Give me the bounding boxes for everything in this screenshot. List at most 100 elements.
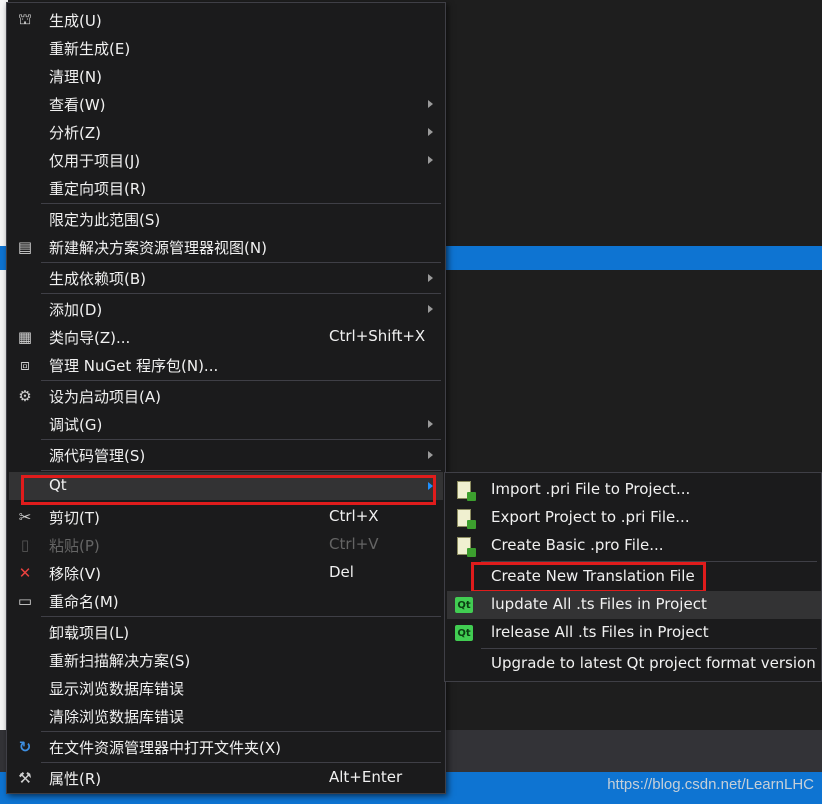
- submenu-item-lrelease[interactable]: Qt lrelease All .ts Files in Project: [447, 619, 821, 647]
- class-wizard-icon: ▦: [17, 328, 33, 346]
- separator: [481, 648, 817, 649]
- open-folder-icon: ↻: [18, 738, 32, 756]
- menu-item-label: 限定为此范围(S): [49, 211, 161, 229]
- watermark: https://blog.csdn.net/LearnLHC: [607, 776, 814, 793]
- menu-item-label: 清除浏览数据库错误: [49, 708, 185, 726]
- new-view-icon: ▤: [17, 238, 33, 256]
- separator: [41, 616, 441, 617]
- remove-icon: ✕: [18, 564, 32, 582]
- submenu-arrow-icon: [428, 156, 433, 164]
- shortcut-text: Ctrl+X: [329, 507, 379, 525]
- shortcut-text: Ctrl+V: [329, 535, 379, 553]
- context-menu: ⛫ 生成(U) 重新生成(E) 清理(N) 查看(W) 分析(Z) 仅用于项目(…: [6, 2, 446, 794]
- paste-icon: ▯: [20, 536, 30, 554]
- submenu-item-label: Export Project to .pri File...: [491, 508, 690, 526]
- qt-logo-icon: Qt: [455, 595, 475, 615]
- menu-item-label: 添加(D): [49, 301, 103, 319]
- menu-item-open-in-explorer[interactable]: ↻ 在文件资源管理器中打开文件夹(X): [9, 733, 443, 761]
- menu-item-clean[interactable]: 清理(N): [9, 62, 443, 90]
- separator: [41, 470, 441, 471]
- menu-item-label: 重新扫描解决方案(S): [49, 652, 191, 670]
- menu-item-source-control[interactable]: 源代码管理(S): [9, 441, 443, 469]
- menu-item-label: 管理 NuGet 程序包(N)...: [49, 357, 219, 375]
- submenu-item-label: Upgrade to latest Qt project format vers…: [491, 654, 816, 672]
- menu-item-label: 生成依赖项(B): [49, 270, 146, 288]
- menu-item-label: 卸载项目(L): [49, 624, 130, 642]
- menu-item-view[interactable]: 查看(W): [9, 90, 443, 118]
- menu-item-label: 类向导(Z)...: [49, 329, 131, 347]
- menu-item-label: 粘贴(P): [49, 537, 100, 555]
- menu-item-label: 查看(W): [49, 96, 106, 114]
- menu-item-build[interactable]: ⛫ 生成(U): [9, 6, 443, 34]
- shortcut-text: Del: [329, 563, 354, 581]
- submenu-item-label: Create Basic .pro File...: [491, 536, 664, 554]
- scissors-icon: ✂: [18, 508, 32, 526]
- menu-item-properties[interactable]: ⚒ 属性(R) Alt+Enter: [9, 764, 443, 792]
- menu-item-rebuild[interactable]: 重新生成(E): [9, 34, 443, 62]
- menu-item-label: 设为启动项目(A): [49, 388, 161, 406]
- menu-item-label: 生成(U): [49, 12, 102, 30]
- menu-item-label: 在文件资源管理器中打开文件夹(X): [49, 739, 281, 757]
- import-pri-icon: [455, 480, 476, 501]
- submenu-item-create-basic-pro[interactable]: Create Basic .pro File...: [447, 532, 821, 560]
- menu-item-new-explorer-view[interactable]: ▤ 新建解决方案资源管理器视图(N): [9, 233, 443, 261]
- menu-item-show-browse-db-errors[interactable]: 显示浏览数据库错误: [9, 674, 443, 702]
- screen: https://blog.csdn.net/LearnLHC ⛫ 生成(U) 重…: [0, 0, 822, 804]
- separator: [41, 439, 441, 440]
- separator: [41, 203, 441, 204]
- wrench-icon: ⚒: [18, 769, 32, 787]
- submenu-arrow-icon: [428, 451, 433, 459]
- separator: [41, 731, 441, 732]
- submenu-arrow-icon: [428, 128, 433, 136]
- menu-item-class-wizard[interactable]: ▦ 类向导(Z)... Ctrl+Shift+X: [9, 323, 443, 351]
- menu-item-label: 仅用于项目(J): [49, 152, 141, 170]
- submenu-item-import-pri[interactable]: Import .pri File to Project...: [447, 476, 821, 504]
- menu-item-label: 剪切(T): [49, 509, 100, 527]
- menu-item-rename[interactable]: ▭ 重命名(M): [9, 587, 443, 615]
- shortcut-text: Ctrl+Shift+X: [329, 327, 426, 345]
- build-icon: ⛫: [18, 10, 32, 28]
- menu-item-rescan-solution[interactable]: 重新扫描解决方案(S): [9, 646, 443, 674]
- submenu-item-label: lupdate All .ts Files in Project: [491, 595, 707, 613]
- menu-item-label: 显示浏览数据库错误: [49, 680, 185, 698]
- menu-item-debug[interactable]: 调试(G): [9, 410, 443, 438]
- submenu-item-label: lrelease All .ts Files in Project: [491, 623, 709, 641]
- menu-item-set-startup[interactable]: ⚙ 设为启动项目(A): [9, 382, 443, 410]
- submenu-arrow-icon: [428, 100, 433, 108]
- submenu-item-lupdate[interactable]: Qt lupdate All .ts Files in Project: [447, 591, 821, 619]
- menu-item-label: 重命名(M): [49, 593, 119, 611]
- menu-item-label: 属性(R): [49, 770, 102, 788]
- shortcut-text: Alt+Enter: [329, 768, 403, 786]
- submenu-item-upgrade-format[interactable]: Upgrade to latest Qt project format vers…: [447, 650, 821, 678]
- menu-item-remove[interactable]: ✕ 移除(V) Del: [9, 559, 443, 587]
- separator: [41, 293, 441, 294]
- annotation-highlight-translation: [471, 562, 706, 593]
- menu-item-label: 重定向项目(R): [49, 180, 147, 198]
- gear-icon: ⚙: [18, 387, 32, 405]
- submenu-item-export-pri[interactable]: Export Project to .pri File...: [447, 504, 821, 532]
- separator: [41, 380, 441, 381]
- submenu-arrow-icon: [428, 420, 433, 428]
- menu-item-retarget[interactable]: 重定向项目(R): [9, 174, 443, 202]
- menu-item-build-dependencies[interactable]: 生成依赖项(B): [9, 264, 443, 292]
- menu-item-manage-nuget[interactable]: ⧈ 管理 NuGet 程序包(N)...: [9, 351, 443, 379]
- menu-item-project-only[interactable]: 仅用于项目(J): [9, 146, 443, 174]
- menu-item-add[interactable]: 添加(D): [9, 295, 443, 323]
- submenu-arrow-icon: [428, 305, 433, 313]
- export-pri-icon: [455, 508, 476, 529]
- menu-item-label: 重新生成(E): [49, 40, 131, 58]
- menu-item-analyze[interactable]: 分析(Z): [9, 118, 443, 146]
- submenu-arrow-icon: [428, 274, 433, 282]
- menu-item-unload-project[interactable]: 卸载项目(L): [9, 618, 443, 646]
- annotation-highlight-qt: [21, 475, 436, 505]
- qt-logo-icon: Qt: [455, 623, 475, 643]
- menu-item-scope-to-this[interactable]: 限定为此范围(S): [9, 205, 443, 233]
- menu-item-label: 移除(V): [49, 565, 101, 583]
- rename-icon: ▭: [17, 592, 33, 610]
- menu-item-paste: ▯ 粘贴(P) Ctrl+V: [9, 531, 443, 559]
- menu-item-cut[interactable]: ✂ 剪切(T) Ctrl+X: [9, 503, 443, 531]
- menu-item-label: 分析(Z): [49, 124, 101, 142]
- menu-item-clear-browse-db-errors[interactable]: 清除浏览数据库错误: [9, 702, 443, 730]
- menu-item-label: 新建解决方案资源管理器视图(N): [49, 239, 267, 257]
- menu-item-label: 调试(G): [49, 416, 103, 434]
